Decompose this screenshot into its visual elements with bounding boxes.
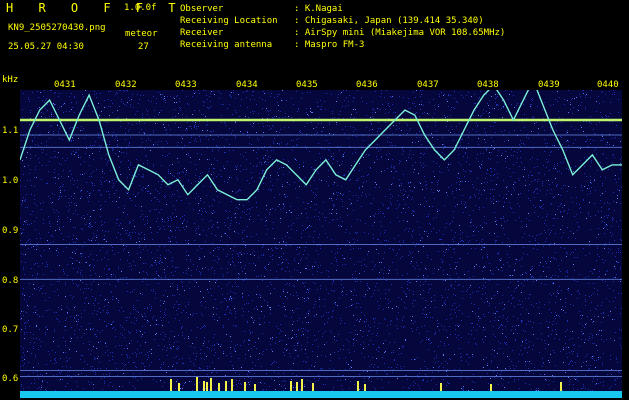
y-tick-label: 0.8 xyxy=(2,276,19,286)
meteor-label: meteor xyxy=(125,29,158,39)
info-location: Receiving Location: Chigasaki, Japan (13… xyxy=(180,16,484,26)
x-tick-label: 0440 xyxy=(597,80,619,90)
meteor-echo xyxy=(244,382,246,391)
x-tick-label: 0435 xyxy=(296,80,318,90)
x-tick-label: 0436 xyxy=(356,80,378,90)
meteor-echo xyxy=(312,383,314,391)
meteor-echo xyxy=(560,382,562,391)
meteor-count: 27 xyxy=(138,42,149,52)
y-tick-label: 1.1 xyxy=(2,126,19,136)
x-tick-label: 0438 xyxy=(477,80,499,90)
meteor-echo xyxy=(357,381,359,391)
meteor-echo xyxy=(218,383,220,391)
file-name: KN9_2505270430.png xyxy=(8,23,106,33)
meteor-echo xyxy=(170,379,172,391)
meteor-echo xyxy=(290,381,292,391)
meteor-echo xyxy=(301,379,303,391)
meteor-echo xyxy=(178,383,180,391)
y-tick-label: 0.9 xyxy=(2,226,19,236)
info-observer: Observer: K.Nagai xyxy=(180,4,343,14)
y-unit-label: kHz xyxy=(2,75,19,85)
meteor-echo xyxy=(210,378,212,391)
meteor-echo xyxy=(296,382,298,391)
y-tick-label: 1.0 xyxy=(2,176,19,186)
spectrogram-svg xyxy=(20,90,622,398)
noise-floor-band xyxy=(20,391,622,398)
meteor-echo xyxy=(196,377,198,391)
x-tick-label: 0432 xyxy=(115,80,137,90)
meteor-echo xyxy=(254,384,256,391)
info-receiver: Receiver: AirSpy mini (Miakejima VOR 108… xyxy=(180,28,506,38)
meteor-echo xyxy=(206,382,208,391)
x-tick-label: 0437 xyxy=(417,80,439,90)
meteor-echo xyxy=(490,384,492,391)
date-time: 25.05.27 04:30 xyxy=(8,42,84,52)
noise-speckle xyxy=(20,90,622,398)
meteor-echo xyxy=(225,381,227,391)
version-label: 1.0.0f xyxy=(124,3,157,13)
spectrogram-plot xyxy=(20,90,622,398)
noise-speckle-bright xyxy=(21,90,621,398)
app-title: H R O F F T xyxy=(6,1,185,15)
meteor-echo xyxy=(440,383,442,391)
x-tick-label: 0434 xyxy=(236,80,258,90)
y-tick-label: 0.6 xyxy=(2,374,19,384)
y-tick-label: 0.7 xyxy=(2,325,19,335)
x-tick-label: 0431 xyxy=(54,80,76,90)
header: H R O F F T 1.0.0f KN9_2505270430.png 25… xyxy=(0,0,629,76)
x-tick-label: 0433 xyxy=(175,80,197,90)
meteor-echo xyxy=(231,379,233,391)
noise-layer xyxy=(20,90,622,398)
x-tick-label: 0439 xyxy=(538,80,560,90)
info-antenna: Receiving antenna: Maspro FM-3 xyxy=(180,40,365,50)
meteor-echo xyxy=(364,384,366,391)
meteor-echo xyxy=(203,381,205,391)
